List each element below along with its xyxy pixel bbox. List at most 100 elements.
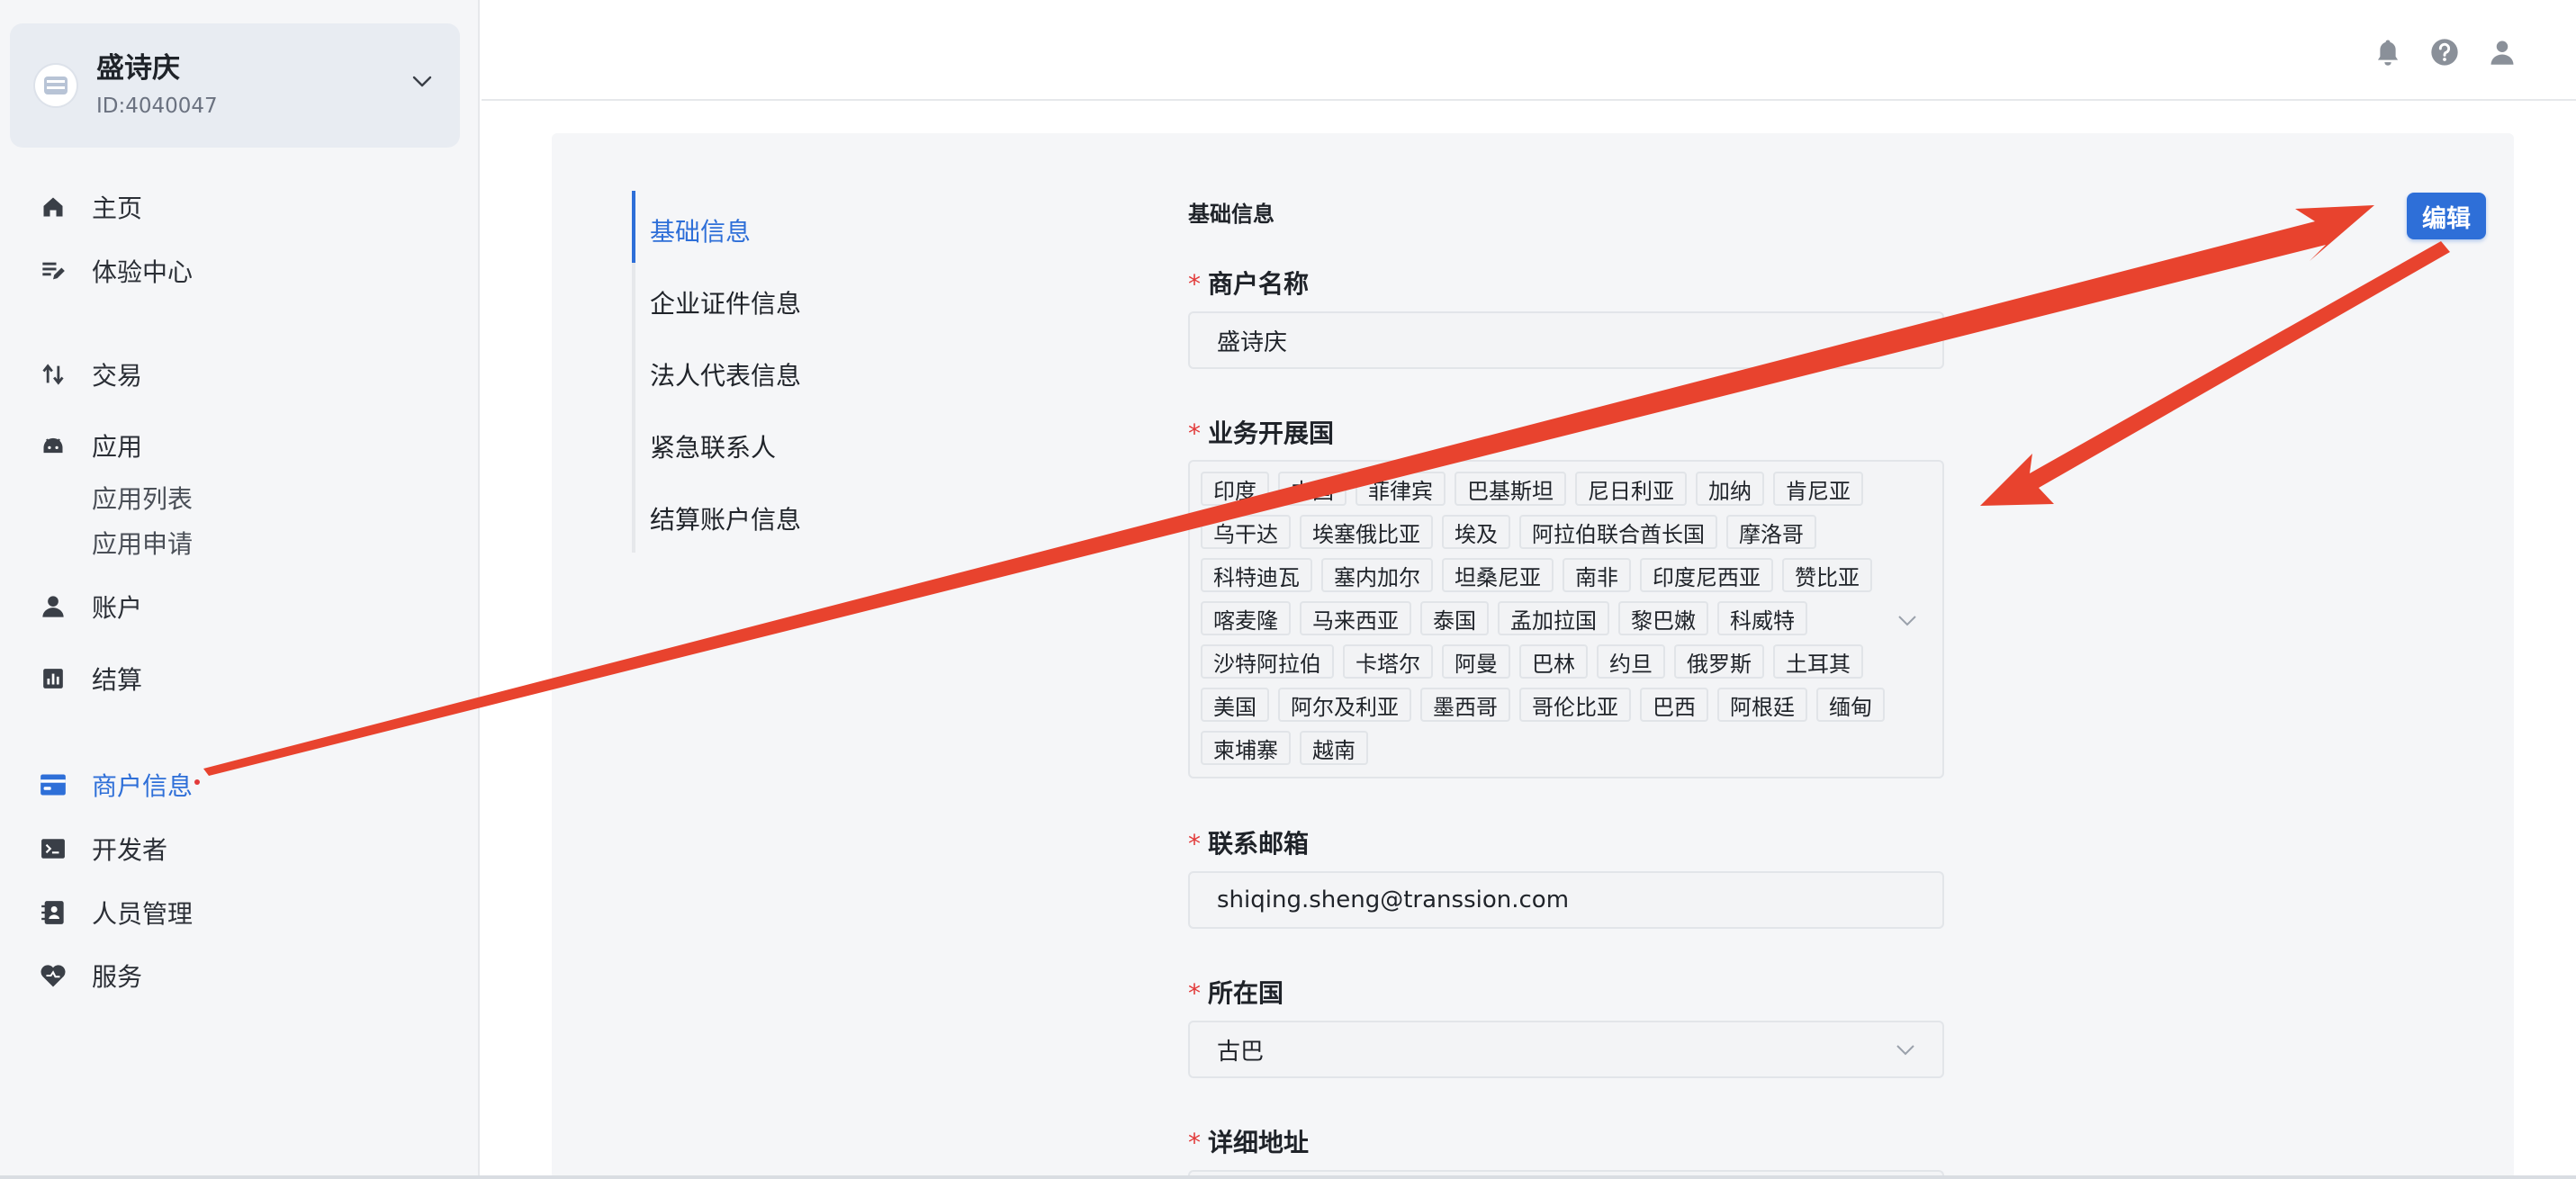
tag-row: 柬埔寨 越南 bbox=[1201, 726, 1870, 770]
business-countries-multiselect[interactable]: 印度 中国 菲律宾 巴基斯坦 尼日利亚 加纳 肯尼亚乌干达 埃塞俄比亚 埃及 阿拉伯联合酋长国 摩洛… bbox=[1188, 460, 1944, 778]
required-mark: * bbox=[1188, 269, 1201, 299]
country-tag[interactable]: 缅甸 bbox=[1816, 688, 1885, 722]
sidebar-item-label: 交易 bbox=[92, 361, 143, 391]
country-tag[interactable]: 加纳 bbox=[1696, 472, 1764, 506]
country-tag[interactable]: 尼日利亚 bbox=[1575, 472, 1687, 506]
sidebar-subitem-app-apply[interactable]: 应用申请 bbox=[92, 525, 193, 561]
tag-row: 美国 阿尔及利亚 墨西哥 哥伦比亚 巴西 阿根廷 缅甸 bbox=[1201, 683, 1885, 726]
sidebar-item-home[interactable]: 主页 bbox=[0, 182, 480, 232]
country-tag[interactable]: 印度 bbox=[1201, 472, 1269, 506]
country-tag[interactable]: 墨西哥 bbox=[1420, 688, 1510, 722]
country-tag[interactable]: 科威特 bbox=[1717, 601, 1807, 635]
window-bottom-border bbox=[0, 1175, 2576, 1179]
country-tag[interactable]: 印度尼西亚 bbox=[1640, 558, 1773, 592]
sidebar-item-account[interactable]: 账户 bbox=[0, 581, 480, 632]
sidebar-item-label: 账户 bbox=[92, 593, 143, 623]
user-icon[interactable] bbox=[2486, 36, 2518, 68]
required-mark: * bbox=[1188, 978, 1201, 1008]
country-tag[interactable]: 美国 bbox=[1201, 688, 1269, 722]
heart-icon bbox=[40, 962, 67, 989]
email-field[interactable]: shiqing.sheng@transsion.com bbox=[1188, 871, 1944, 929]
country-tag[interactable]: 埃及 bbox=[1442, 515, 1510, 549]
sidebar-item-label: 人员管理 bbox=[92, 899, 194, 929]
sidebar-item-label: 体验中心 bbox=[92, 257, 194, 287]
sidebar-item-service[interactable]: 服务 bbox=[0, 950, 480, 1001]
country-tag[interactable]: 巴西 bbox=[1640, 688, 1708, 722]
merchant-name-label: * 商户名称 bbox=[1188, 269, 1310, 299]
country-tag[interactable]: 喀麦隆 bbox=[1201, 601, 1291, 635]
sidebar-item-label: 应用 bbox=[92, 432, 143, 462]
country-tag[interactable]: 阿根廷 bbox=[1717, 688, 1807, 722]
edit-button[interactable]: 编辑 bbox=[2407, 193, 2486, 239]
country-tag[interactable]: 中国 bbox=[1278, 472, 1347, 506]
tag-row: 喀麦隆 马来西亚 泰国 孟加拉国 黎巴嫩 科威特 bbox=[1201, 597, 1870, 640]
country-tag[interactable]: 哥伦比亚 bbox=[1519, 688, 1631, 722]
sidebar-item-staff[interactable]: 人员管理 bbox=[0, 887, 480, 938]
country-select[interactable]: 古巴 bbox=[1188, 1021, 1944, 1078]
merchant-avatar-icon bbox=[35, 65, 77, 106]
country-tag[interactable]: 土耳其 bbox=[1773, 644, 1863, 679]
country-tag[interactable]: 塞内加尔 bbox=[1321, 558, 1433, 592]
country-tag[interactable]: 巴基斯坦 bbox=[1455, 472, 1566, 506]
country-tag[interactable]: 越南 bbox=[1300, 731, 1368, 765]
country-tag[interactable]: 马来西亚 bbox=[1300, 601, 1411, 635]
country-tag[interactable]: 菲律宾 bbox=[1356, 472, 1446, 506]
top-bar bbox=[482, 0, 2576, 101]
country-tag[interactable]: 肯尼亚 bbox=[1773, 472, 1863, 506]
contact-card-icon bbox=[40, 899, 67, 926]
country-tag[interactable]: 埃塞俄比亚 bbox=[1300, 515, 1433, 549]
account-id: ID:4040047 bbox=[96, 94, 218, 118]
sidebar-item-label: 开发者 bbox=[92, 835, 168, 865]
country-tag[interactable]: 阿尔及利亚 bbox=[1278, 688, 1411, 722]
subnav-basic-info[interactable]: 基础信息 bbox=[650, 212, 751, 248]
home-icon bbox=[40, 194, 67, 220]
country-tag[interactable]: 卡塔尔 bbox=[1343, 644, 1433, 679]
country-tag[interactable]: 赞比亚 bbox=[1782, 558, 1872, 592]
country-tag[interactable]: 阿拉伯联合酋长国 bbox=[1519, 515, 1717, 549]
sidebar-item-settlement[interactable]: 结算 bbox=[0, 653, 480, 704]
email-label: * 联系邮箱 bbox=[1188, 829, 1310, 859]
country-tag[interactable]: 巴林 bbox=[1519, 644, 1588, 679]
country-tag[interactable]: 俄罗斯 bbox=[1674, 644, 1764, 679]
sidebar-subitem-app-list[interactable]: 应用列表 bbox=[92, 480, 193, 516]
terminal-icon bbox=[40, 835, 67, 862]
country-tag[interactable]: 黎巴嫩 bbox=[1618, 601, 1708, 635]
country-tag[interactable]: 泰国 bbox=[1420, 601, 1489, 635]
sidebar-item-experience-center[interactable]: 体验中心 bbox=[0, 246, 480, 296]
merchant-name-field[interactable]: 盛诗庆 bbox=[1188, 311, 1944, 369]
sidebar-item-merchant-info[interactable]: 商户信息 bbox=[0, 760, 480, 810]
sidebar-item-transactions[interactable]: 交易 bbox=[0, 349, 480, 400]
account-switcher[interactable]: 盛诗庆 ID:4040047 bbox=[10, 23, 460, 148]
country-tag[interactable]: 孟加拉国 bbox=[1498, 601, 1609, 635]
country-tag[interactable]: 坦桑尼亚 bbox=[1442, 558, 1554, 592]
subnav-emergency-contact[interactable]: 紧急联系人 bbox=[650, 428, 776, 464]
sidebar-item-developer[interactable]: 开发者 bbox=[0, 824, 480, 874]
help-icon[interactable] bbox=[2428, 36, 2461, 68]
country-tag[interactable]: 科特迪瓦 bbox=[1201, 558, 1312, 592]
bell-icon[interactable] bbox=[2372, 36, 2404, 68]
country-tag[interactable]: 南非 bbox=[1563, 558, 1631, 592]
person-icon bbox=[40, 593, 67, 620]
country-tag[interactable]: 柬埔寨 bbox=[1201, 731, 1291, 765]
country-tag[interactable]: 乌干达 bbox=[1201, 515, 1291, 549]
country-tag[interactable]: 摩洛哥 bbox=[1726, 515, 1816, 549]
subnav-business-license[interactable]: 企业证件信息 bbox=[650, 284, 801, 320]
required-mark: * bbox=[1188, 829, 1201, 859]
tag-row: 科特迪瓦 塞内加尔 坦桑尼亚 南非 印度尼西亚 赞比亚 bbox=[1201, 554, 1872, 597]
account-name: 盛诗庆 bbox=[96, 52, 180, 85]
merchant-card-icon bbox=[40, 771, 67, 798]
tag-row: 沙特阿拉伯 卡塔尔 阿曼 巴林 约旦 俄罗斯 土耳其 bbox=[1201, 640, 1870, 683]
sidebar-item-apps[interactable]: 应用 bbox=[0, 420, 480, 471]
android-icon bbox=[40, 432, 67, 459]
country-tag[interactable]: 阿曼 bbox=[1442, 644, 1510, 679]
chevron-down-icon[interactable] bbox=[411, 70, 433, 92]
country-tag[interactable]: 沙特阿拉伯 bbox=[1201, 644, 1334, 679]
required-mark: * bbox=[1188, 418, 1201, 448]
arrows-updown-icon bbox=[40, 361, 67, 388]
section-title: 基础信息 bbox=[1188, 202, 1274, 227]
subnav-settlement-account[interactable]: 结算账户信息 bbox=[650, 500, 801, 536]
sidebar-item-label: 结算 bbox=[92, 665, 143, 695]
edit-list-icon bbox=[40, 257, 67, 284]
country-tag[interactable]: 约旦 bbox=[1597, 644, 1665, 679]
subnav-legal-representative[interactable]: 法人代表信息 bbox=[650, 356, 801, 392]
